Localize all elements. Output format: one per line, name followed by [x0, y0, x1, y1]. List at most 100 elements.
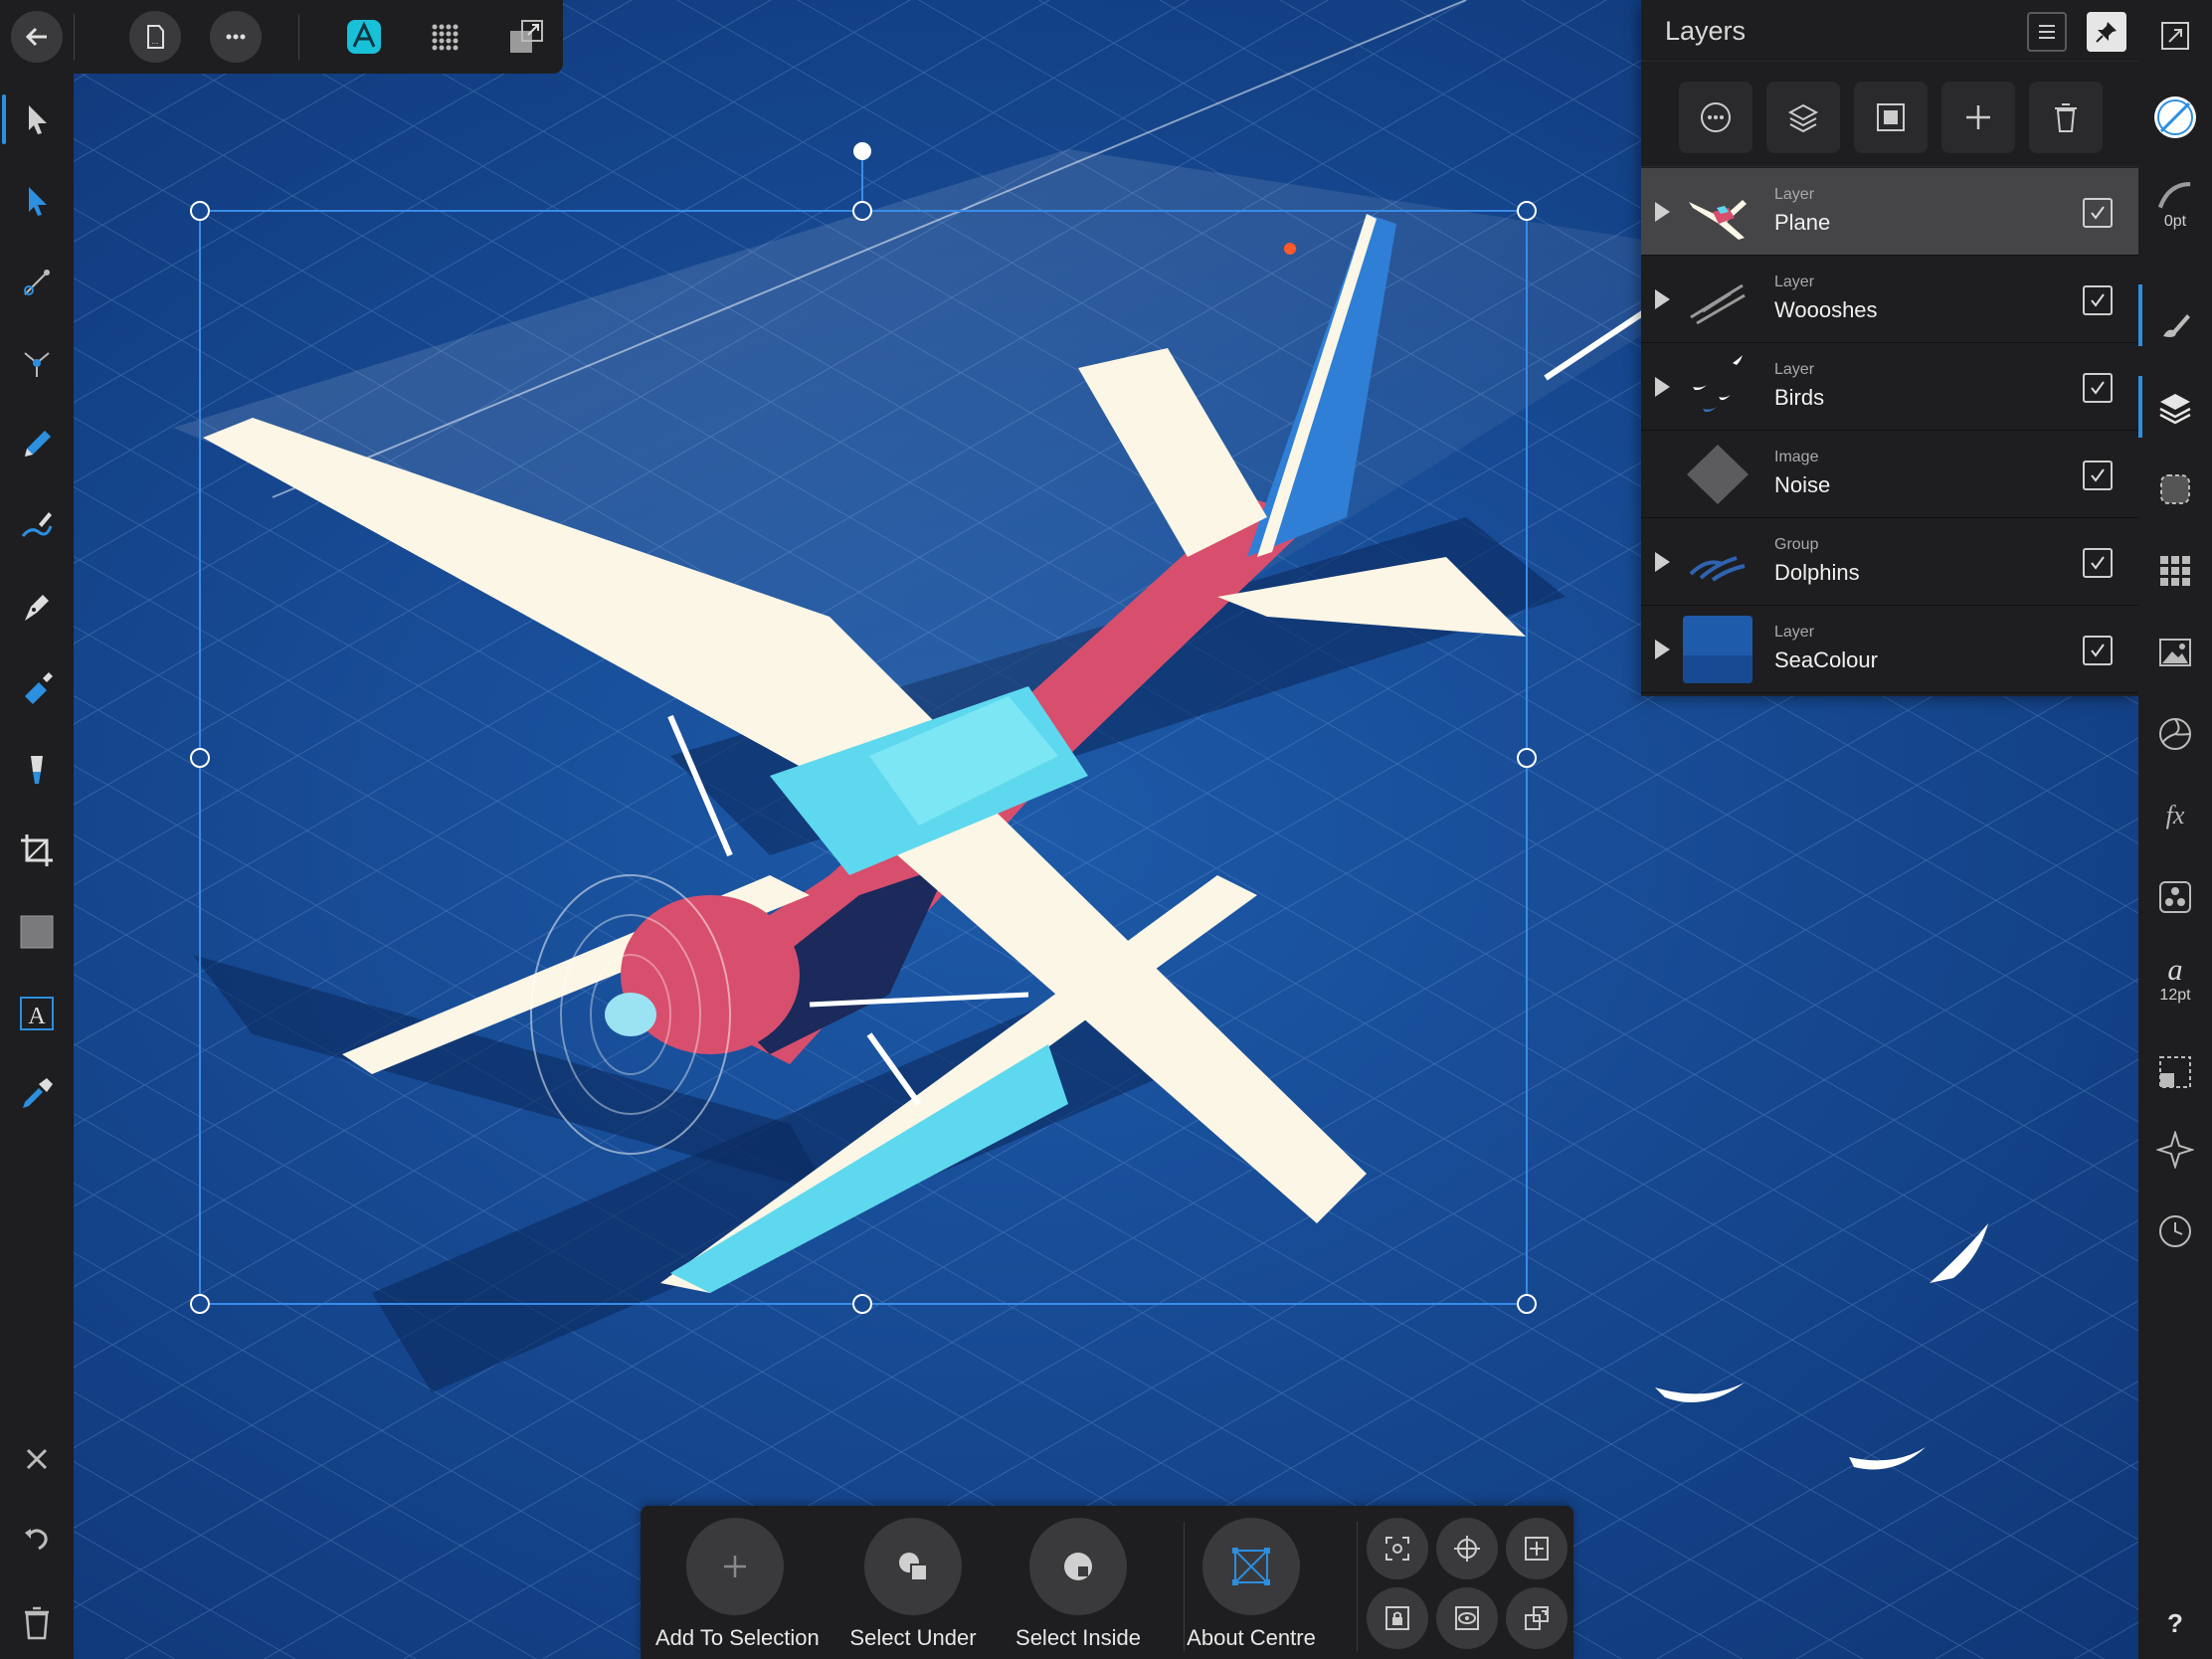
effects-button[interactable]	[2149, 463, 2201, 515]
pencil-tool[interactable]	[12, 420, 62, 469]
node-tool[interactable]	[12, 176, 62, 226]
top-bar: ...	[0, 0, 563, 74]
more-button[interactable]	[210, 11, 262, 63]
appearance-button[interactable]	[2149, 708, 2201, 760]
vector-brush-tool[interactable]	[12, 501, 62, 551]
pixel-persona-button[interactable]	[419, 11, 470, 63]
add-layer-button[interactable]	[1941, 82, 2015, 153]
expand-triangle-icon[interactable]	[1655, 552, 1670, 572]
export-persona-icon	[510, 20, 543, 53]
help-button[interactable]: ?	[2149, 1597, 2201, 1649]
visibility-checkbox[interactable]	[2083, 548, 2113, 578]
handle-top-left	[190, 201, 210, 221]
about-centre-button[interactable]: About Centre	[1172, 1518, 1331, 1651]
layer-thumbnail	[1683, 353, 1752, 421]
transparency-tool-icon	[31, 756, 43, 784]
undo-button[interactable]	[12, 1516, 62, 1566]
layer-type: Layer	[1774, 361, 1815, 378]
layers-actions	[1641, 62, 2138, 167]
navigator-button[interactable]	[2149, 1124, 2201, 1176]
history-button[interactable]	[2149, 1205, 2201, 1257]
mask-layer-button[interactable]	[1854, 82, 1928, 153]
color-picker-tool[interactable]	[12, 1069, 62, 1119]
snap-to-bounding-box-button[interactable]	[1367, 1518, 1428, 1579]
visibility-checkbox[interactable]	[2083, 373, 2113, 403]
designer-persona-button[interactable]	[338, 11, 390, 63]
align-centre-icon	[1525, 1537, 1549, 1561]
panel-menu-button[interactable]	[2027, 12, 2067, 52]
layer-type: Layer	[1774, 186, 1815, 203]
symbols-button[interactable]	[2149, 871, 2201, 923]
colour-button[interactable]	[2149, 92, 2201, 143]
fill-tool-icon	[25, 672, 53, 704]
pin-icon	[2096, 22, 2117, 43]
handle-bottom-right	[1517, 1294, 1537, 1314]
stroke-button[interactable]: 0pt	[2149, 179, 2201, 231]
transform-button[interactable]	[2149, 1046, 2201, 1098]
handle-top-center	[852, 201, 872, 221]
lock-bounding-button[interactable]	[1367, 1587, 1428, 1649]
delete-button[interactable]	[12, 1597, 62, 1647]
visibility-checkbox[interactable]	[2083, 198, 2113, 228]
expand-triangle-icon[interactable]	[1655, 289, 1670, 309]
select-inside-button[interactable]: Select Inside	[999, 1518, 1158, 1651]
swatches-button[interactable]	[2149, 545, 2201, 597]
brushes-button[interactable]	[2149, 298, 2201, 350]
back-button[interactable]	[11, 11, 63, 63]
svg-text:a: a	[2167, 953, 2182, 985]
text-styles-button[interactable]: a 12pt	[2149, 953, 2201, 1005]
fullscreen-button[interactable]	[2149, 10, 2201, 62]
align-centre-button[interactable]	[1506, 1518, 1567, 1579]
close-button[interactable]	[12, 1434, 62, 1484]
vector-brush-icon	[21, 512, 53, 537]
layers-studio-button[interactable]	[2149, 382, 2201, 434]
svg-text:?: ?	[2167, 1608, 2183, 1638]
visibility-checkbox[interactable]	[2083, 636, 2113, 665]
visibility-checkbox[interactable]	[2083, 285, 2113, 315]
snap-to-centre-button[interactable]	[1436, 1518, 1498, 1579]
expand-triangle-icon[interactable]	[1655, 640, 1670, 659]
delete-layer-button[interactable]	[2029, 82, 2103, 153]
add-to-selection-button[interactable]: Add To Selection	[655, 1518, 820, 1651]
pin-panel-button[interactable]	[2087, 12, 2126, 52]
select-under-button[interactable]: Select Under	[833, 1518, 993, 1651]
layer-row-dolphins[interactable]: Group Dolphins	[1641, 518, 2138, 606]
expand-triangle-icon[interactable]	[1655, 377, 1670, 397]
back-arrow-icon	[25, 27, 47, 47]
preview-button[interactable]	[1436, 1587, 1498, 1649]
pen-tool[interactable]	[12, 582, 62, 632]
fx-button[interactable]: fx	[2149, 790, 2201, 841]
layer-row-seacolour[interactable]: Layer SeaColour	[1641, 606, 2142, 693]
expand-triangle-icon[interactable]	[1655, 202, 1670, 222]
layer-options-button[interactable]	[1679, 82, 1752, 153]
rectangle-tool[interactable]	[12, 907, 62, 957]
layer-row-noise[interactable]: Image Noise	[1641, 431, 2138, 518]
point-transform-tool[interactable]	[12, 258, 62, 307]
node-tool-icon	[29, 187, 47, 216]
export-persona-button[interactable]	[500, 11, 552, 63]
assets-button[interactable]	[2149, 627, 2201, 678]
checkmark-icon	[2091, 293, 2105, 307]
layer-thumbnail	[1683, 441, 1752, 508]
artistic-text-tool[interactable]: A	[12, 989, 62, 1038]
handle-middle-right	[1517, 748, 1537, 768]
crop-tool[interactable]	[12, 826, 62, 875]
layer-row-plane[interactable]: Layer Plane	[1641, 168, 2142, 256]
pencil-icon	[25, 431, 51, 457]
point-transform-icon	[24, 270, 50, 295]
layer-row-birds[interactable]: Layer Birds	[1641, 343, 2138, 431]
layer-stack-button[interactable]	[1766, 82, 1840, 153]
layer-row-woooshes[interactable]: Layer Woooshes	[1641, 256, 2138, 343]
corner-tool[interactable]	[12, 338, 62, 388]
visibility-checkbox[interactable]	[2083, 461, 2113, 490]
studio-panel-bar: 0pt fx a 12pt ?	[2138, 0, 2212, 1659]
transparency-tool[interactable]	[12, 745, 62, 795]
swatches-grid-icon	[2160, 556, 2190, 586]
rotation-handle	[853, 142, 871, 160]
undo-icon	[25, 1529, 48, 1551]
fill-tool[interactable]	[12, 663, 62, 713]
move-tool[interactable]	[12, 94, 62, 144]
document-menu-button[interactable]: ...	[129, 11, 181, 63]
transform-origin-button[interactable]	[1506, 1587, 1567, 1649]
layers-icon	[2159, 394, 2191, 425]
